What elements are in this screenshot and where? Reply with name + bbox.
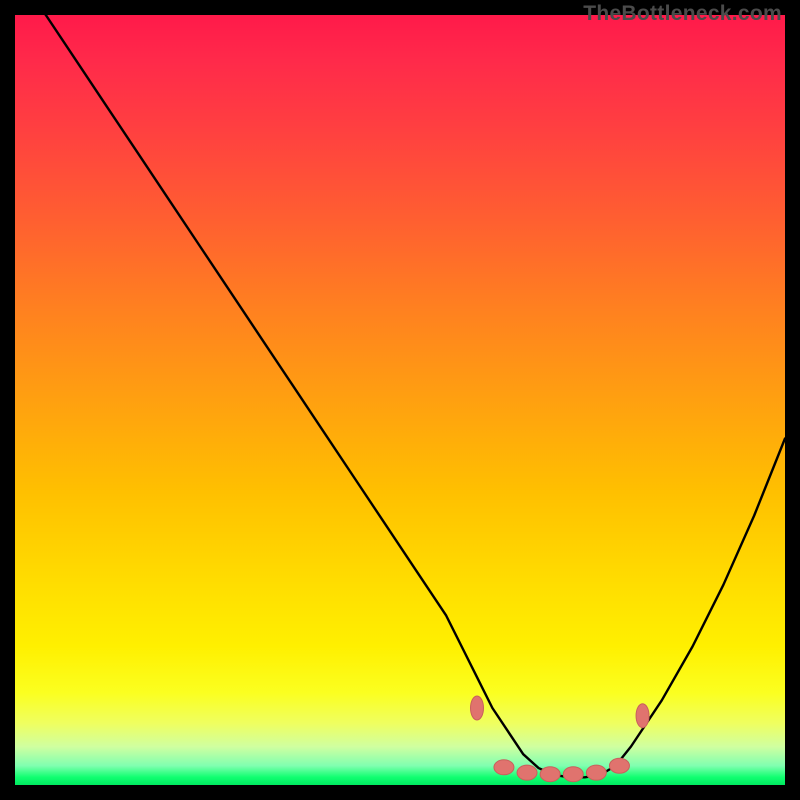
chart-svg [15, 15, 785, 785]
optimal-range-marker [563, 767, 583, 782]
plot-area [15, 15, 785, 785]
optimal-range-marker [471, 696, 484, 720]
optimal-range-marker [540, 767, 560, 782]
optimal-range-marker [586, 765, 606, 780]
optimal-range-marker [609, 758, 629, 773]
marker-group [471, 696, 650, 782]
optimal-range-marker [494, 760, 514, 775]
optimal-range-marker [636, 704, 649, 728]
optimal-range-marker [517, 765, 537, 780]
watermark-label: TheBottleneck.com [583, 2, 782, 26]
curve-group [15, 15, 785, 777]
bottleneck-curve [15, 15, 785, 777]
